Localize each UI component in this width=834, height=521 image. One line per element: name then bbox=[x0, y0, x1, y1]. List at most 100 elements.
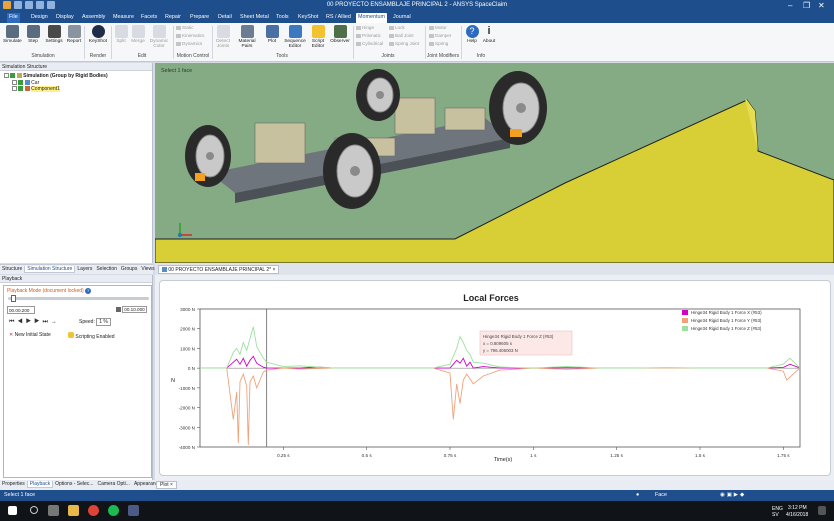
timeline-slider[interactable] bbox=[8, 295, 149, 302]
expand-icon[interactable] bbox=[12, 86, 17, 92]
checkbox-icon[interactable] bbox=[18, 86, 24, 92]
file-explorer-icon[interactable] bbox=[68, 505, 79, 516]
close-icon[interactable]: ✕ bbox=[818, 1, 825, 10]
3d-viewport[interactable]: Select 1 face bbox=[155, 63, 834, 263]
task-view-icon[interactable] bbox=[48, 505, 59, 516]
legend-entry[interactable]: Hinge34 Rigid Body 1 Force Y (#53) bbox=[691, 318, 762, 323]
step-button[interactable]: Step bbox=[25, 25, 41, 44]
lock-button[interactable]: Lock bbox=[389, 25, 405, 31]
help-button[interactable]: ? Help bbox=[464, 25, 480, 44]
slider-thumb[interactable] bbox=[11, 295, 16, 302]
tab-playback[interactable]: Playback bbox=[26, 481, 54, 488]
notification-icon[interactable] bbox=[818, 506, 826, 515]
end-time[interactable]: 00.10.000 bbox=[116, 306, 147, 314]
spaceclaim-icon[interactable] bbox=[128, 505, 139, 516]
tab-tools[interactable]: Tools bbox=[274, 13, 291, 23]
clock-date[interactable]: 4/16/2018 bbox=[786, 512, 808, 518]
chrome-icon[interactable] bbox=[88, 505, 99, 516]
view-tools-icon[interactable]: ◉▣▶◆ bbox=[720, 490, 746, 500]
tab-camera-options[interactable]: Camera Opti... bbox=[95, 481, 132, 487]
keyshot-button[interactable]: KeyShot bbox=[88, 25, 108, 44]
selection-mode[interactable]: Face bbox=[655, 490, 667, 500]
simulate-button[interactable]: Simulate bbox=[3, 25, 22, 44]
sequence-editor-button[interactable]: Sequence Editor bbox=[283, 25, 307, 49]
tab-rs-allied[interactable]: RS / Allied bbox=[324, 13, 353, 23]
close-icon[interactable]: × bbox=[273, 267, 276, 273]
settings-button[interactable]: Settings bbox=[44, 25, 64, 44]
expand-icon[interactable] bbox=[4, 73, 9, 79]
checkbox-icon[interactable] bbox=[18, 80, 24, 86]
motor-button[interactable]: Motor bbox=[429, 25, 447, 31]
ball-joint-button[interactable]: Ball Joint bbox=[389, 33, 414, 39]
tab-journal[interactable]: Journal bbox=[391, 13, 413, 23]
tab-display[interactable]: Display bbox=[54, 13, 76, 23]
tab-sheet-metal[interactable]: Sheet Metal bbox=[238, 13, 271, 23]
tab-repair[interactable]: Repair bbox=[163, 13, 183, 23]
local-forces-chart[interactable]: Local Forces Time(s) N 3000 N 2000 N 1000 … bbox=[160, 281, 832, 477]
plot-button[interactable]: Plot bbox=[263, 25, 281, 44]
step-back-icon[interactable]: ◀ bbox=[17, 319, 25, 325]
clock-time[interactable]: 3:12 PM bbox=[788, 505, 807, 511]
tab-options-selection[interactable]: Options - Selec... bbox=[53, 481, 95, 487]
tab-prepare[interactable]: Prepare bbox=[188, 13, 211, 23]
minimize-icon[interactable]: – bbox=[788, 1, 792, 10]
checkbox-icon[interactable] bbox=[10, 73, 16, 79]
start-time-field[interactable]: 00.00.200 bbox=[7, 306, 35, 314]
static-button[interactable]: Static bbox=[176, 25, 194, 31]
dynamics-button[interactable]: Dynamics bbox=[176, 41, 202, 47]
tab-file[interactable]: File bbox=[7, 13, 20, 23]
kinematics-button[interactable]: Kinematics bbox=[176, 33, 204, 39]
report-button[interactable]: Report bbox=[66, 25, 82, 44]
expand-icon[interactable] bbox=[12, 80, 17, 86]
tab-groups[interactable]: Groups bbox=[119, 266, 139, 272]
material-pairs-button[interactable]: Material Pairs bbox=[233, 25, 261, 49]
legend-entry[interactable]: Hinge34 Rigid Body 1 Force X (#53) bbox=[691, 310, 762, 315]
tab-simulation-structure[interactable]: Simulation Structure bbox=[24, 266, 76, 273]
close-icon[interactable]: × bbox=[170, 482, 173, 488]
search-icon[interactable] bbox=[30, 506, 38, 514]
tab-measure[interactable]: Measure bbox=[111, 13, 136, 23]
tab-views[interactable]: Views bbox=[139, 266, 156, 272]
tab-facets[interactable]: Facets bbox=[139, 13, 159, 23]
skip-forward-icon[interactable]: ⏭ bbox=[42, 319, 50, 325]
tab-momentum[interactable]: Momentum bbox=[356, 13, 387, 23]
tab-layers[interactable]: Layers bbox=[75, 266, 94, 272]
spring-button[interactable]: Spring bbox=[429, 41, 448, 47]
spring-joint-button[interactable]: Spring Joint bbox=[389, 41, 419, 47]
speed-field[interactable]: 1 % bbox=[96, 318, 111, 326]
script-editor-button[interactable]: Script Editor bbox=[308, 25, 328, 49]
tab-assembly[interactable]: Assembly bbox=[80, 13, 107, 23]
cylindrical-button[interactable]: Cylindrical bbox=[356, 41, 383, 47]
hinge-button[interactable]: Hinge bbox=[356, 25, 374, 31]
tab-plot[interactable]: Plot × bbox=[156, 481, 177, 489]
new-initial-state-button[interactable]: ✕ New Initial State bbox=[9, 332, 51, 338]
maximize-icon[interactable]: ❐ bbox=[803, 1, 810, 10]
tab-structure[interactable]: Structure bbox=[0, 266, 24, 272]
play-icon[interactable]: ▶ bbox=[26, 319, 34, 325]
tab-selection[interactable]: Selection bbox=[94, 266, 119, 272]
split-button[interactable]: Split bbox=[113, 25, 129, 44]
detect-joints-button[interactable]: Detect Joints bbox=[214, 25, 232, 49]
observer-button[interactable]: Observer bbox=[329, 25, 351, 44]
dynamic-color-button[interactable]: Dynamic Color bbox=[147, 25, 171, 49]
tab-properties[interactable]: Properties bbox=[0, 481, 27, 487]
windows-start-icon[interactable] bbox=[8, 506, 17, 515]
merge-button[interactable]: Merge bbox=[130, 25, 146, 44]
series-line-2[interactable] bbox=[200, 367, 801, 446]
scripting-toggle[interactable]: Scripting Enabled bbox=[68, 332, 115, 340]
document-tab[interactable]: 00 PROYECTO ENSAMBLAJE PRINCIPAL 2* × bbox=[158, 265, 280, 274]
info-icon[interactable]: ● bbox=[636, 490, 639, 500]
legend-entry[interactable]: Hinge34 Rigid Body 1 Force Z (#53) bbox=[691, 326, 762, 331]
tree-item-component1[interactable]: Component1 bbox=[12, 86, 60, 92]
prismatic-button[interactable]: Prismatic bbox=[356, 33, 381, 39]
about-button[interactable]: i About bbox=[481, 25, 497, 44]
tab-keyshot[interactable]: KeyShot bbox=[296, 13, 320, 23]
help-icon[interactable]: ? bbox=[85, 288, 92, 294]
tab-design[interactable]: Design bbox=[29, 13, 50, 23]
spotify-icon[interactable] bbox=[108, 505, 119, 516]
damper-button[interactable]: Damper bbox=[429, 33, 451, 39]
scene-graphic[interactable] bbox=[155, 63, 834, 263]
tab-detail[interactable]: Detail bbox=[216, 13, 234, 23]
loop-icon[interactable]: → bbox=[51, 319, 60, 325]
tree-root[interactable]: Simulation (Group by Rigid Bodies) bbox=[4, 73, 108, 79]
